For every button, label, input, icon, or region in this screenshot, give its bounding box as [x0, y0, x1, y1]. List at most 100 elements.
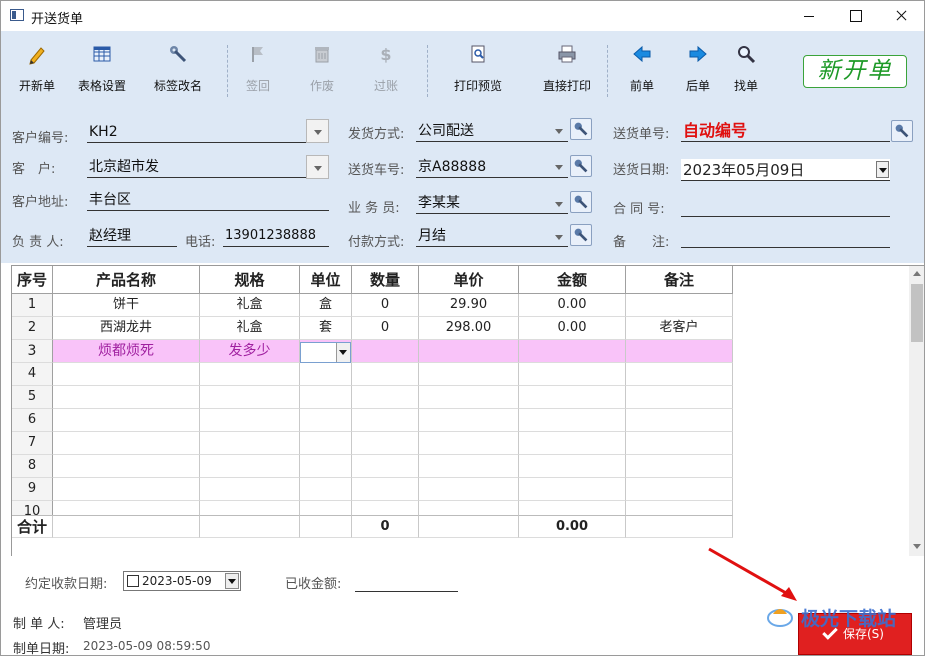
price-cell[interactable]: 29.90 — [419, 294, 519, 317]
header-note[interactable]: 备注 — [626, 266, 733, 294]
customer-code-dropdown[interactable] — [306, 119, 329, 143]
unit-cell[interactable] — [300, 455, 352, 478]
unit-cell[interactable]: 套 — [300, 317, 352, 340]
new-bill-badge[interactable]: 新开单 — [803, 55, 907, 88]
address-field[interactable]: 丰台区 — [87, 189, 329, 211]
minimize-button[interactable] — [786, 1, 832, 31]
ship-method-field[interactable]: 公司配送 — [416, 120, 568, 142]
header-no[interactable]: 序号 — [12, 266, 53, 294]
spec-cell[interactable] — [200, 432, 300, 455]
remark-field[interactable] — [681, 226, 890, 248]
row-no-cell[interactable]: 8 — [12, 455, 53, 478]
price-cell[interactable] — [419, 340, 519, 363]
product-name-cell[interactable] — [53, 432, 200, 455]
row-no-cell[interactable]: 3 — [12, 340, 53, 363]
note-cell[interactable] — [626, 340, 733, 363]
spec-cell[interactable] — [200, 409, 300, 432]
pay-date-checkbox[interactable] — [127, 575, 139, 587]
spec-cell[interactable] — [200, 478, 300, 501]
qty-cell[interactable] — [352, 363, 419, 386]
amount-cell[interactable] — [519, 409, 626, 432]
unit-cell[interactable] — [300, 409, 352, 432]
row-no-cell[interactable]: 5 — [12, 386, 53, 409]
paid-amount-field[interactable] — [355, 574, 458, 592]
qty-cell[interactable] — [352, 478, 419, 501]
contract-field[interactable] — [681, 195, 890, 217]
customer-dropdown[interactable] — [306, 155, 329, 179]
person-field[interactable]: 赵经理 — [87, 225, 177, 247]
truck-wrench-icon[interactable] — [570, 155, 592, 177]
price-cell[interactable]: 298.00 — [419, 317, 519, 340]
close-button[interactable] — [878, 1, 924, 31]
product-name-cell[interactable] — [53, 386, 200, 409]
print-button[interactable]: 直接打印 — [540, 43, 594, 103]
phone-field[interactable]: 13901238888 — [223, 225, 329, 247]
truck-dropdown[interactable] — [551, 157, 568, 177]
void-button[interactable]: 作废 — [305, 43, 339, 103]
price-cell[interactable] — [419, 409, 519, 432]
amount-cell[interactable] — [519, 432, 626, 455]
product-name-cell[interactable] — [53, 409, 200, 432]
note-cell[interactable] — [626, 409, 733, 432]
spec-cell[interactable] — [200, 386, 300, 409]
price-cell[interactable] — [419, 432, 519, 455]
header-amount[interactable]: 金额 — [519, 266, 626, 294]
amount-cell[interactable] — [519, 455, 626, 478]
ship-method-wrench-icon[interactable] — [570, 118, 592, 140]
row-no-cell[interactable]: 9 — [12, 478, 53, 501]
sales-dropdown[interactable] — [551, 194, 568, 214]
row-no-cell[interactable]: 2 — [12, 317, 53, 340]
pay-date-picker[interactable]: 2023-05-09 — [123, 571, 241, 591]
product-name-cell[interactable] — [53, 455, 200, 478]
qty-cell[interactable] — [352, 340, 419, 363]
unit-cell[interactable] — [300, 363, 352, 386]
price-cell[interactable] — [419, 363, 519, 386]
header-price[interactable]: 单价 — [419, 266, 519, 294]
spec-cell[interactable] — [200, 455, 300, 478]
amount-cell[interactable] — [519, 386, 626, 409]
product-name-cell[interactable]: 西湖龙井 — [53, 317, 200, 340]
sign-back-button[interactable]: 签回 — [241, 43, 275, 103]
price-cell[interactable] — [419, 478, 519, 501]
amount-cell[interactable]: 0.00 — [519, 294, 626, 317]
qty-cell[interactable] — [352, 432, 419, 455]
unit-cell[interactable] — [300, 432, 352, 455]
product-name-cell[interactable]: 烦都烦死 — [53, 340, 200, 363]
row-no-cell[interactable]: 7 — [12, 432, 53, 455]
price-cell[interactable] — [419, 386, 519, 409]
note-cell[interactable] — [626, 455, 733, 478]
grid-vertical-scrollbar[interactable] — [909, 266, 924, 556]
note-cell[interactable] — [626, 363, 733, 386]
payment-dropdown[interactable] — [551, 227, 568, 247]
row-no-cell[interactable]: 6 — [12, 409, 53, 432]
ship-date-picker[interactable]: 2023年05月09日 — [681, 159, 890, 181]
truck-field[interactable]: 京A88888 — [416, 156, 568, 178]
scroll-up-arrow[interactable] — [909, 266, 924, 282]
save-button[interactable]: 保存(S) — [798, 613, 912, 655]
qty-cell[interactable]: 0 — [352, 294, 419, 317]
amount-cell[interactable]: 0.00 — [519, 317, 626, 340]
header-unit[interactable]: 单位 — [300, 266, 352, 294]
qty-cell[interactable] — [352, 409, 419, 432]
amount-cell[interactable] — [519, 478, 626, 501]
header-qty[interactable]: 数量 — [352, 266, 419, 294]
note-cell[interactable]: 老客户 — [626, 317, 733, 340]
sales-wrench-icon[interactable] — [570, 191, 592, 213]
spec-cell[interactable]: 礼盒 — [200, 317, 300, 340]
header-product-name[interactable]: 产品名称 — [53, 266, 200, 294]
bill-no-wrench-icon[interactable] — [891, 120, 913, 142]
product-name-cell[interactable]: 饼干 — [53, 294, 200, 317]
new-bill-button[interactable]: 开新单 — [15, 43, 59, 103]
maximize-button[interactable] — [832, 1, 878, 31]
unit-cell[interactable] — [300, 478, 352, 501]
spec-cell[interactable]: 发多少 — [200, 340, 300, 363]
sales-field[interactable]: 李某某 — [416, 192, 568, 214]
price-cell[interactable] — [419, 455, 519, 478]
header-spec[interactable]: 规格 — [200, 266, 300, 294]
unit-cell-editor[interactable] — [300, 342, 351, 363]
note-cell[interactable] — [626, 294, 733, 317]
pay-date-dropdown[interactable] — [225, 573, 239, 589]
note-cell[interactable] — [626, 386, 733, 409]
qty-cell[interactable]: 0 — [352, 317, 419, 340]
unit-cell[interactable] — [300, 386, 352, 409]
